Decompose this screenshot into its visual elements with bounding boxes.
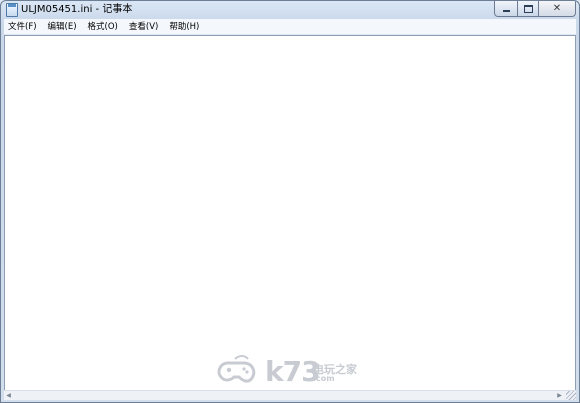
menu-file[interactable]: 文件(F) <box>4 20 41 34</box>
notepad-window: ULJM05451.ini - 记事本 ✕ 文件(F) 编辑(E) 格式(O) … <box>0 0 580 403</box>
resize-grip[interactable] <box>566 391 576 400</box>
menu-help[interactable]: 帮助(H) <box>165 20 203 34</box>
gamepad-logo-icon <box>217 355 256 383</box>
minimize-icon <box>502 10 510 12</box>
text-editor-area[interactable] <box>4 35 576 391</box>
menu-edit[interactable]: 编辑(E) <box>44 20 81 34</box>
menu-view[interactable]: 查看(V) <box>125 20 162 34</box>
watermark-logo: k73 电玩之家 .com <box>215 353 375 389</box>
caption-buttons: ✕ <box>494 1 576 17</box>
watermark-domain: .com <box>313 374 335 383</box>
watermark-brand: k73 <box>265 355 321 388</box>
scroll-right-icon[interactable]: ▶ <box>555 392 564 399</box>
maximize-button[interactable] <box>518 1 539 17</box>
menu-format[interactable]: 格式(O) <box>84 20 122 34</box>
window-title: ULJM05451.ini - 记事本 <box>21 4 133 15</box>
minimize-button[interactable] <box>494 1 518 17</box>
menu-bar: 文件(F) 编辑(E) 格式(O) 查看(V) 帮助(H) <box>4 19 576 35</box>
maximize-icon <box>523 4 533 13</box>
horizontal-scrollbar[interactable]: ◀ ▶ <box>4 390 576 400</box>
close-icon: ✕ <box>552 2 562 14</box>
close-button[interactable]: ✕ <box>539 1 576 17</box>
scroll-left-icon[interactable]: ◀ <box>4 392 13 399</box>
title-bar[interactable]: ULJM05451.ini - 记事本 ✕ <box>1 1 579 19</box>
notepad-icon[interactable] <box>6 3 18 17</box>
